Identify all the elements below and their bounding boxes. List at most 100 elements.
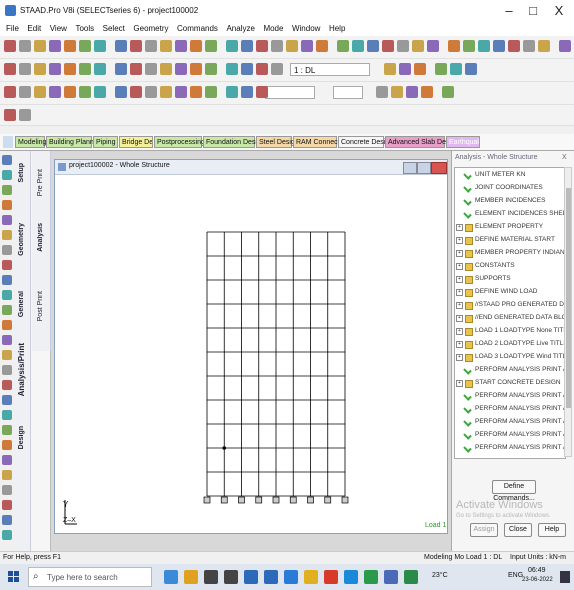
expand-icon[interactable]: + bbox=[456, 263, 463, 270]
expand-icon[interactable]: + bbox=[456, 289, 463, 296]
taskbar-app-icon[interactable] bbox=[344, 570, 358, 584]
toolbar-tool-icon[interactable] bbox=[49, 63, 61, 75]
side-tab-design[interactable]: Design bbox=[17, 426, 27, 449]
windows-start-icon[interactable] bbox=[8, 571, 20, 583]
toolbar-tool-icon[interactable] bbox=[412, 40, 424, 52]
toolbar-tool-icon[interactable] bbox=[465, 63, 477, 75]
tree-item[interactable]: + LOAD 2 LOADTYPE Live TITLE LL bbox=[455, 339, 565, 349]
side-tab-post-print[interactable]: Post Print bbox=[36, 291, 46, 321]
toolbar-tool-icon[interactable] bbox=[448, 40, 460, 52]
command-tree[interactable]: UNIT METER KN JOINT COORDINATES MEMBER INC… bbox=[454, 167, 566, 459]
toolbar-tool-icon[interactable] bbox=[190, 86, 202, 98]
minimize-button[interactable]: – bbox=[498, 3, 520, 19]
toolbar-tool-icon[interactable] bbox=[64, 63, 76, 75]
toolbar-tool-icon[interactable] bbox=[538, 40, 550, 52]
tree-item[interactable]: PERFORM ANALYSIS PRINT ALL bbox=[455, 430, 565, 440]
toolbar-tool-icon[interactable] bbox=[508, 40, 520, 52]
side-tool-icon[interactable] bbox=[2, 425, 12, 435]
toolbar-tool-icon[interactable] bbox=[94, 86, 106, 98]
taskbar-app-icon[interactable] bbox=[384, 570, 398, 584]
tree-item[interactable]: + SUPPORTS bbox=[455, 274, 565, 284]
notification-icon[interactable] bbox=[560, 571, 570, 583]
maximize-button[interactable]: □ bbox=[522, 3, 544, 19]
menu-select[interactable]: Select bbox=[103, 22, 125, 36]
side-tool-icon[interactable] bbox=[2, 185, 12, 195]
tree-item[interactable]: PERFORM ANALYSIS PRINT ALL bbox=[455, 443, 565, 453]
toolbar-tool-icon[interactable] bbox=[367, 40, 379, 52]
taskbar-app-icon[interactable] bbox=[404, 570, 418, 584]
expand-icon[interactable]: + bbox=[456, 302, 463, 309]
weather-text[interactable]: 23°C bbox=[432, 572, 448, 579]
taskbar-app-icon[interactable] bbox=[224, 570, 238, 584]
toolbar-tool-icon[interactable] bbox=[337, 40, 349, 52]
tree-item[interactable]: + MEMBER PROPERTY INDIAN bbox=[455, 248, 565, 258]
toolbar-tool-icon[interactable] bbox=[226, 63, 238, 75]
tree-item[interactable]: + //STAAD PRO GENERATED DATA DO NOT bbox=[455, 300, 565, 310]
toolbar-tool-icon[interactable] bbox=[384, 63, 396, 75]
toolbar-tool-icon[interactable] bbox=[478, 40, 490, 52]
doc-minimize-button[interactable] bbox=[403, 162, 417, 174]
expand-icon[interactable]: + bbox=[456, 380, 463, 387]
toolbar-spin-field[interactable] bbox=[333, 86, 363, 99]
taskbar-search-box[interactable]: ⌕ Type here to search bbox=[28, 567, 152, 587]
toolbar-tool-icon[interactable] bbox=[226, 86, 238, 98]
support-symbol[interactable] bbox=[307, 496, 314, 504]
tree-scrollbar[interactable] bbox=[564, 167, 572, 457]
assign-button[interactable]: Assign bbox=[470, 523, 498, 537]
tree-item[interactable]: + ELEMENT PROPERTY bbox=[455, 222, 565, 232]
toolbar-tool-icon[interactable] bbox=[94, 40, 106, 52]
toolbar-tool-icon[interactable] bbox=[4, 109, 16, 121]
toolbar-tool-icon[interactable] bbox=[64, 40, 76, 52]
tab-earthquake[interactable]: Earthquake bbox=[446, 136, 480, 148]
toolbar-tool-icon[interactable] bbox=[79, 86, 91, 98]
side-tab-analysis[interactable]: Analysis bbox=[36, 223, 46, 252]
side-tool-icon[interactable] bbox=[2, 320, 12, 330]
toolbar-tool-icon[interactable] bbox=[4, 63, 16, 75]
toolbar-tool-icon[interactable] bbox=[34, 40, 46, 52]
side-tool-icon[interactable] bbox=[2, 380, 12, 390]
toolbar-tool-icon[interactable] bbox=[463, 40, 475, 52]
toolbar-tool-icon[interactable] bbox=[442, 86, 454, 98]
expand-icon[interactable]: + bbox=[456, 250, 463, 257]
panel-close-icon[interactable]: X bbox=[562, 154, 567, 161]
toolbar-tool-icon[interactable] bbox=[241, 63, 253, 75]
expand-icon[interactable]: + bbox=[456, 341, 463, 348]
toolbar-tool-icon[interactable] bbox=[160, 63, 172, 75]
toolbar-tool-icon[interactable] bbox=[399, 63, 411, 75]
toolbar-tool-icon[interactable] bbox=[190, 40, 202, 52]
toolbar-tool-icon[interactable] bbox=[130, 86, 142, 98]
toolbar-tool-icon[interactable] bbox=[19, 86, 31, 98]
menu-geometry[interactable]: Geometry bbox=[133, 22, 168, 36]
support-symbol[interactable] bbox=[255, 496, 263, 504]
side-tool-icon[interactable] bbox=[2, 365, 12, 375]
tab-modeling[interactable]: Modeling bbox=[15, 136, 46, 148]
menu-help[interactable]: Help bbox=[329, 22, 345, 36]
toolbar-tool-icon[interactable] bbox=[421, 86, 433, 98]
toolbar-tool-icon[interactable] bbox=[523, 40, 535, 52]
toolbar-tool-icon[interactable] bbox=[241, 40, 253, 52]
side-tab-general[interactable]: General bbox=[17, 291, 27, 317]
menu-view[interactable]: View bbox=[50, 22, 67, 36]
panel-close-button[interactable]: Close bbox=[504, 523, 532, 537]
side-tool-icon[interactable] bbox=[2, 530, 12, 540]
tab-building-planner[interactable]: Building Planner bbox=[46, 136, 100, 148]
side-tool-icon[interactable] bbox=[2, 350, 12, 360]
language-indicator[interactable]: ENG bbox=[508, 572, 523, 579]
toolbar-tool-icon[interactable] bbox=[382, 40, 394, 52]
side-tool-icon[interactable] bbox=[2, 440, 12, 450]
tree-item[interactable]: + START CONCRETE DESIGN bbox=[455, 378, 565, 388]
toolbar-tool-icon[interactable] bbox=[493, 40, 505, 52]
toolbar-tool-icon[interactable] bbox=[190, 63, 202, 75]
toolbar-tool-icon[interactable] bbox=[397, 40, 409, 52]
side-tool-icon[interactable] bbox=[2, 215, 12, 225]
structure-document-window[interactable]: project100002 - Whole Structure Y Z–X Lo… bbox=[54, 159, 448, 534]
side-tab-geometry[interactable]: Geometry bbox=[17, 223, 27, 256]
tab-piping[interactable]: Piping bbox=[93, 136, 118, 148]
support-symbol[interactable] bbox=[341, 496, 349, 504]
side-tool-icon[interactable] bbox=[2, 305, 12, 315]
toolbar-tool-icon[interactable] bbox=[49, 40, 61, 52]
side-tool-icon[interactable] bbox=[2, 170, 12, 180]
support-symbol[interactable] bbox=[220, 496, 228, 504]
toolbar-tool-icon[interactable] bbox=[414, 63, 426, 75]
tree-item[interactable]: + LOAD 1 LOADTYPE None TITLE DL bbox=[455, 326, 565, 336]
